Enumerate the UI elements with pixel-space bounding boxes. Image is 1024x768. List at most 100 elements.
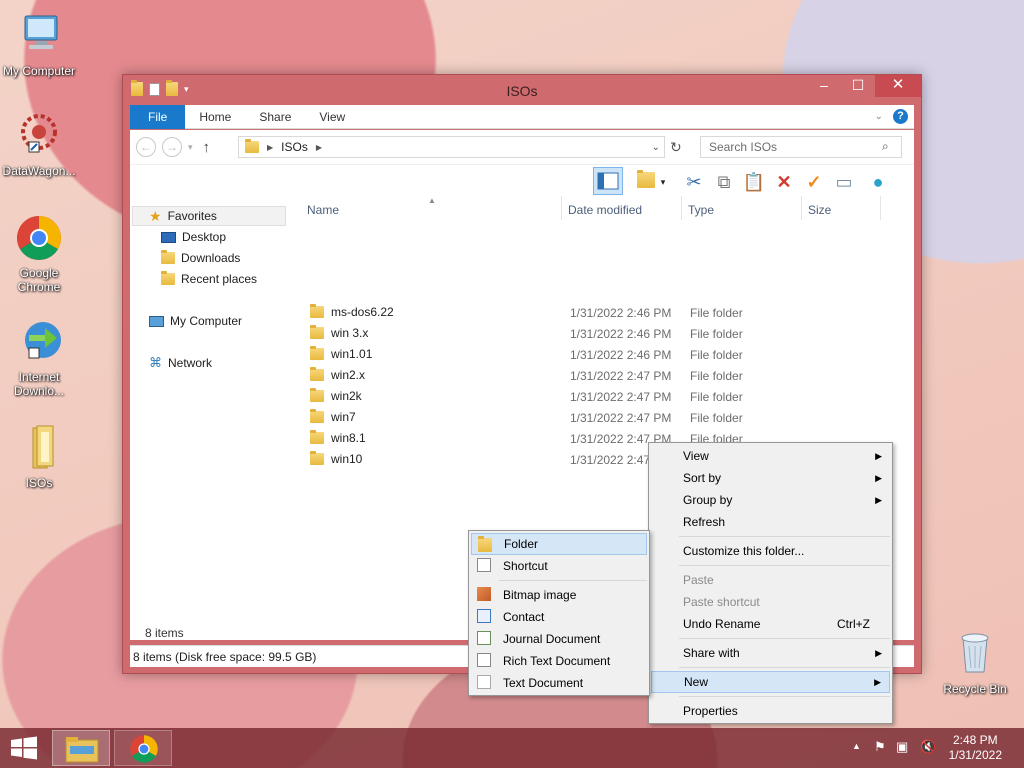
taskbar-file-explorer[interactable] <box>52 730 110 766</box>
chevron-right-icon[interactable]: ▶ <box>267 143 273 152</box>
menu-item-customize-folder[interactable]: Customize this folder... <box>651 540 890 562</box>
globe-icon[interactable]: ● <box>865 169 891 195</box>
expand-ribbon-icon[interactable]: ⌄ <box>875 111 883 122</box>
table-row[interactable]: ms-dos6.22 1/31/2022 2:46 PM File folder <box>300 302 770 323</box>
desktop-icon-isos[interactable]: ISOs <box>0 424 78 490</box>
menu-item-view[interactable]: View ▶ <box>651 445 890 467</box>
forward-button[interactable]: → <box>162 137 182 157</box>
recent-locations-icon[interactable]: ▾ <box>188 142 193 153</box>
breadcrumb-isos[interactable]: ISOs <box>281 140 308 154</box>
menu-separator <box>679 696 890 697</box>
menu-item-label: Folder <box>504 537 539 551</box>
chrome-icon <box>15 214 63 262</box>
table-row[interactable]: win2.x 1/31/2022 2:47 PM File folder <box>300 365 770 386</box>
table-row[interactable]: win2k 1/31/2022 2:47 PM File folder <box>300 386 770 407</box>
menu-item-new-rich-text[interactable]: Rich Text Document <box>471 650 647 672</box>
menu-item-new-contact[interactable]: Contact <box>471 606 647 628</box>
desktop-icon-recycle-bin[interactable]: Recycle Bin <box>936 630 1014 696</box>
menu-item-new-bitmap[interactable]: Bitmap image <box>471 584 647 606</box>
menu-item-properties[interactable]: Properties <box>651 700 890 722</box>
desktop-icon-google-chrome[interactable]: Google Chrome <box>0 214 78 294</box>
desktop-icon-label: ISOs <box>25 476 53 490</box>
menu-item-new-folder[interactable]: Folder <box>471 533 647 555</box>
nav-item-desktop[interactable]: Desktop <box>161 227 226 247</box>
nav-item-label: Desktop <box>182 230 227 244</box>
address-dropdown-icon[interactable]: ⌄ <box>652 142 660 153</box>
sort-indicator-icon: ▲ <box>428 196 436 205</box>
star-icon: ★ <box>149 207 162 224</box>
menu-item-group-by[interactable]: Group by ▶ <box>651 489 890 511</box>
column-name[interactable]: Name <box>307 203 339 217</box>
table-row[interactable]: win7 1/31/2022 2:47 PM File folder <box>300 407 770 428</box>
nav-item-label: My Computer <box>170 314 243 328</box>
minimize-button[interactable]: ‒ <box>807 75 841 97</box>
maximize-button[interactable]: ☐ <box>841 75 875 97</box>
close-button[interactable]: ✕ <box>875 75 921 97</box>
address-bar[interactable]: ▶ ISOs ▶ ⌄ <box>238 136 665 158</box>
tab-home[interactable]: Home <box>185 105 245 129</box>
chevron-right-icon: ▶ <box>874 677 881 687</box>
dropdown-icon[interactable]: ▾ <box>656 169 670 195</box>
paste-icon[interactable]: 📋 <box>741 169 767 195</box>
title-bar[interactable]: ▾ ISOs ‒ ☐ ✕ <box>123 75 921 105</box>
nav-item-recent-places[interactable]: Recent places <box>161 269 257 289</box>
action-center-flag-icon[interactable]: ⚑ <box>874 739 886 755</box>
tab-view[interactable]: View <box>305 105 359 129</box>
desktop-icon-my-computer[interactable]: My Computer <box>0 12 78 78</box>
show-hidden-icons-icon[interactable]: ▲ <box>852 741 861 751</box>
up-button[interactable]: ↑ <box>203 139 211 156</box>
tab-file[interactable]: File <box>130 104 186 129</box>
nav-item-my-computer[interactable]: My Computer <box>149 311 242 331</box>
chevron-right-icon[interactable]: ▶ <box>316 143 322 152</box>
volume-muted-icon[interactable]: 🔇 <box>920 739 936 755</box>
desktop-icon-internet-download-manager[interactable]: Internet Downlo... <box>0 318 78 398</box>
start-button[interactable] <box>10 736 38 760</box>
delete-icon[interactable]: ✕ <box>771 169 797 195</box>
address-row: ← → ▾ ↑ ▶ ISOs ▶ ⌄ ↻ Search ISOs ⌕ <box>130 130 914 164</box>
recycle-bin-icon <box>951 630 999 678</box>
menu-item-shortcut: Ctrl+Z <box>837 617 870 631</box>
table-row[interactable]: win 3.x 1/31/2022 2:46 PM File folder <box>300 323 770 344</box>
table-row[interactable]: win1.01 1/31/2022 2:46 PM File folder <box>300 344 770 365</box>
menu-item-label: Bitmap image <box>503 588 577 602</box>
menu-item-sort-by[interactable]: Sort by ▶ <box>651 467 890 489</box>
help-icon[interactable]: ? <box>893 109 908 124</box>
cut-icon[interactable]: ✂ <box>681 169 707 195</box>
network-status-icon[interactable]: ▣ <box>896 739 908 755</box>
back-button[interactable]: ← <box>136 137 156 157</box>
contact-icon <box>477 609 491 623</box>
column-type[interactable]: Type <box>688 203 714 217</box>
preview-pane-button[interactable] <box>593 167 623 195</box>
clock[interactable]: 2:48 PM 1/31/2022 <box>949 733 1002 763</box>
desktop-icon-datawagon[interactable]: DataWagon... <box>0 112 78 178</box>
nav-item-network[interactable]: ⌘ Network <box>149 353 212 373</box>
taskbar-chrome[interactable] <box>114 730 172 766</box>
nav-item-favorites[interactable]: ★ Favorites <box>149 206 217 226</box>
refresh-icon[interactable]: ↻ <box>670 139 682 156</box>
file-date: 1/31/2022 2:47 PM <box>570 369 672 383</box>
menu-item-share-with[interactable]: Share with ▶ <box>651 642 890 664</box>
rename-icon[interactable]: ✓ <box>801 169 827 195</box>
menu-separator <box>499 580 647 581</box>
menu-item-undo-rename[interactable]: Undo Rename Ctrl+Z <box>651 613 890 635</box>
new-submenu: Folder Shortcut Bitmap image Contact Jou… <box>468 530 650 696</box>
properties-icon[interactable]: ▭ <box>831 169 857 195</box>
menu-item-new-journal[interactable]: Journal Document <box>471 628 647 650</box>
menu-item-new-text[interactable]: Text Document <box>471 672 647 694</box>
search-icon[interactable]: ⌕ <box>882 139 889 154</box>
menu-item-new[interactable]: New ▶ <box>651 671 890 693</box>
menu-item-label: Journal Document <box>503 632 601 646</box>
recent-places-icon <box>161 271 175 285</box>
nav-item-downloads[interactable]: Downloads <box>161 248 240 268</box>
column-size[interactable]: Size <box>808 203 831 217</box>
tab-share[interactable]: Share <box>245 105 305 129</box>
chevron-right-icon: ▶ <box>875 495 882 505</box>
menu-item-refresh[interactable]: Refresh <box>651 511 890 533</box>
column-date-modified[interactable]: Date modified <box>568 203 642 217</box>
menu-item-label: Rich Text Document <box>503 654 611 668</box>
search-input[interactable]: Search ISOs <box>700 136 902 158</box>
copy-icon[interactable]: ⧉ <box>711 169 737 195</box>
file-name: win 3.x <box>331 326 369 340</box>
menu-item-new-shortcut[interactable]: Shortcut <box>471 555 647 577</box>
desktop-icon-label: My Computer <box>2 64 76 78</box>
